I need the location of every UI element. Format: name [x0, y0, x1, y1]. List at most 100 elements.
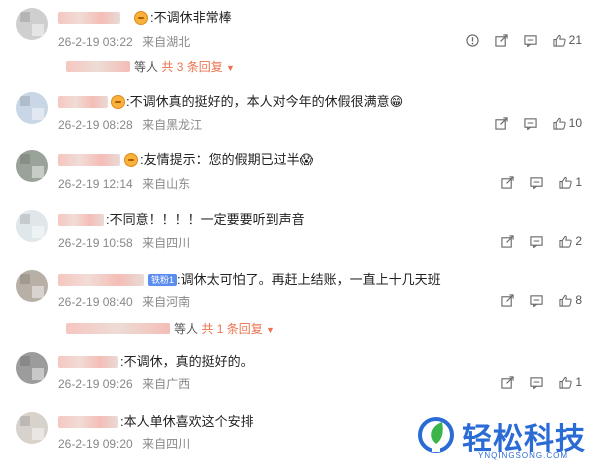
chevron-down-icon: ▼ [226, 63, 235, 73]
share-button[interactable] [495, 116, 508, 130]
reply-button[interactable] [530, 176, 543, 189]
reply-button[interactable] [530, 294, 543, 307]
share-button[interactable] [501, 175, 514, 189]
like-count: 8 [575, 293, 582, 307]
share-button[interactable] [501, 293, 514, 307]
comment-meta: 26-2-19 08:28 来自黑龙江 [58, 116, 208, 133]
avatar[interactable] [16, 270, 48, 302]
comment-icon [524, 117, 537, 130]
comment-date: 26-2-19 09:26 [58, 377, 133, 391]
comment-date: 26-2-19 08:40 [58, 295, 133, 309]
like-count: 2 [575, 234, 582, 248]
comment-text: :友情提示：您的假期已过半😱 [140, 152, 314, 167]
more-replies-link[interactable]: 共 3 条回复 [161, 60, 222, 74]
avatar[interactable] [16, 8, 48, 40]
comment-actions: 1 [501, 375, 582, 389]
comment-icon [530, 176, 543, 189]
share-icon [495, 116, 508, 130]
watermark-subtitle: YNQINGSONG.COM [478, 451, 569, 460]
reply-button[interactable] [530, 376, 543, 389]
comment-location: 来自黑龙江 [142, 118, 203, 132]
avatar[interactable] [16, 210, 48, 242]
username-blurred[interactable] [58, 214, 104, 226]
comment-actions: 2 [501, 234, 582, 248]
share-button[interactable] [501, 234, 514, 248]
like-count: 10 [568, 116, 582, 130]
like-button[interactable]: 2 [559, 234, 582, 248]
username-blurred[interactable] [58, 96, 108, 108]
thumbs-up-icon [559, 294, 572, 307]
username-blurred[interactable] [58, 274, 144, 286]
reply-button[interactable] [530, 235, 543, 248]
like-button[interactable]: 8 [559, 293, 582, 307]
comment-location: 来自山东 [142, 177, 191, 191]
comment-actions: 21 [466, 33, 582, 47]
comment-date: 26-2-19 10:58 [58, 236, 133, 250]
comment-text: :不同意！！！！一定要要听到声音 [106, 212, 305, 227]
like-button[interactable]: 1 [559, 175, 582, 189]
share-icon [501, 175, 514, 189]
username-blurred[interactable] [58, 356, 118, 368]
more-replies[interactable]: 等人 共 1 条回复 ▼ [66, 320, 275, 337]
avatar[interactable] [16, 92, 48, 124]
comment-location: 来自广西 [142, 377, 191, 391]
comment-icon [530, 376, 543, 389]
crown-badge-icon [134, 11, 148, 25]
comment-icon [524, 34, 537, 47]
comment-icon [530, 294, 543, 307]
like-button[interactable]: 1 [559, 375, 582, 389]
more-replies-link[interactable]: 共 1 条回复 [201, 322, 262, 336]
share-icon [501, 293, 514, 307]
warning-circle-icon [466, 33, 479, 47]
avatar[interactable] [16, 150, 48, 182]
avatar[interactable] [16, 352, 48, 384]
comment-meta: 26-2-19 12:14 来自山东 [58, 175, 196, 192]
like-button[interactable]: 10 [553, 116, 582, 130]
comment-text: :不调休非常棒 [150, 10, 232, 25]
replier-blurred [66, 323, 170, 334]
thumbs-up-icon [559, 235, 572, 248]
share-icon [495, 33, 508, 47]
thumbs-up-icon [553, 117, 566, 130]
like-count: 1 [575, 175, 582, 189]
like-count: 21 [568, 33, 582, 47]
comment-date: 26-2-19 09:20 [58, 437, 133, 451]
share-icon [501, 375, 514, 389]
username-blurred[interactable] [58, 154, 120, 166]
reply-button[interactable] [524, 34, 537, 47]
chevron-down-icon: ▼ [266, 325, 275, 335]
comment-text: :不调休真的挺好的，本人对今年的休假很满意😁 [126, 94, 404, 109]
comment-icon [530, 235, 543, 248]
crown-badge-icon [124, 153, 138, 167]
comment-date: 26-2-19 08:28 [58, 118, 133, 132]
comment-location: 来自河南 [142, 295, 191, 309]
username-blurred[interactable] [58, 12, 120, 24]
username-blurred[interactable] [58, 416, 118, 428]
like-button[interactable]: 21 [553, 33, 582, 47]
comment-meta: 26-2-19 03:22 来自湖北 [58, 33, 196, 50]
comment-meta: 26-2-19 10:58 来自四川 [58, 234, 196, 251]
comment-location: 来自湖北 [142, 35, 191, 49]
like-count: 1 [575, 375, 582, 389]
comment-text-body: :调休太可怕了。再赶上结账，一直上十几天班 [177, 272, 441, 287]
more-replies-suffix: 等人 [134, 60, 159, 74]
comment-actions: 1 [501, 175, 582, 189]
share-button[interactable] [495, 33, 508, 47]
comment-actions: 10 [495, 116, 582, 130]
leaf-logo-icon [418, 417, 454, 453]
avatar[interactable] [16, 412, 48, 444]
more-replies[interactable]: 等人 共 3 条回复 ▼ [66, 58, 235, 75]
fan-badge: 铁粉1 [148, 274, 178, 286]
comment-meta: 26-2-19 09:26 来自广西 [58, 375, 196, 392]
reply-button[interactable] [524, 117, 537, 130]
comment-text: :不调休，真的挺好的。 [120, 354, 254, 369]
comment-meta: 26-2-19 09:20 来自四川 [58, 435, 196, 452]
comment-date: 26-2-19 03:22 [58, 35, 133, 49]
more-replies-suffix: 等人 [174, 322, 199, 336]
share-icon [501, 234, 514, 248]
report-button[interactable] [466, 33, 479, 47]
crown-badge-icon [111, 95, 125, 109]
share-button[interactable] [501, 375, 514, 389]
comment-location: 来自四川 [142, 236, 191, 250]
site-watermark: 轻松科技 YNQINGSONG.COM [416, 412, 596, 462]
